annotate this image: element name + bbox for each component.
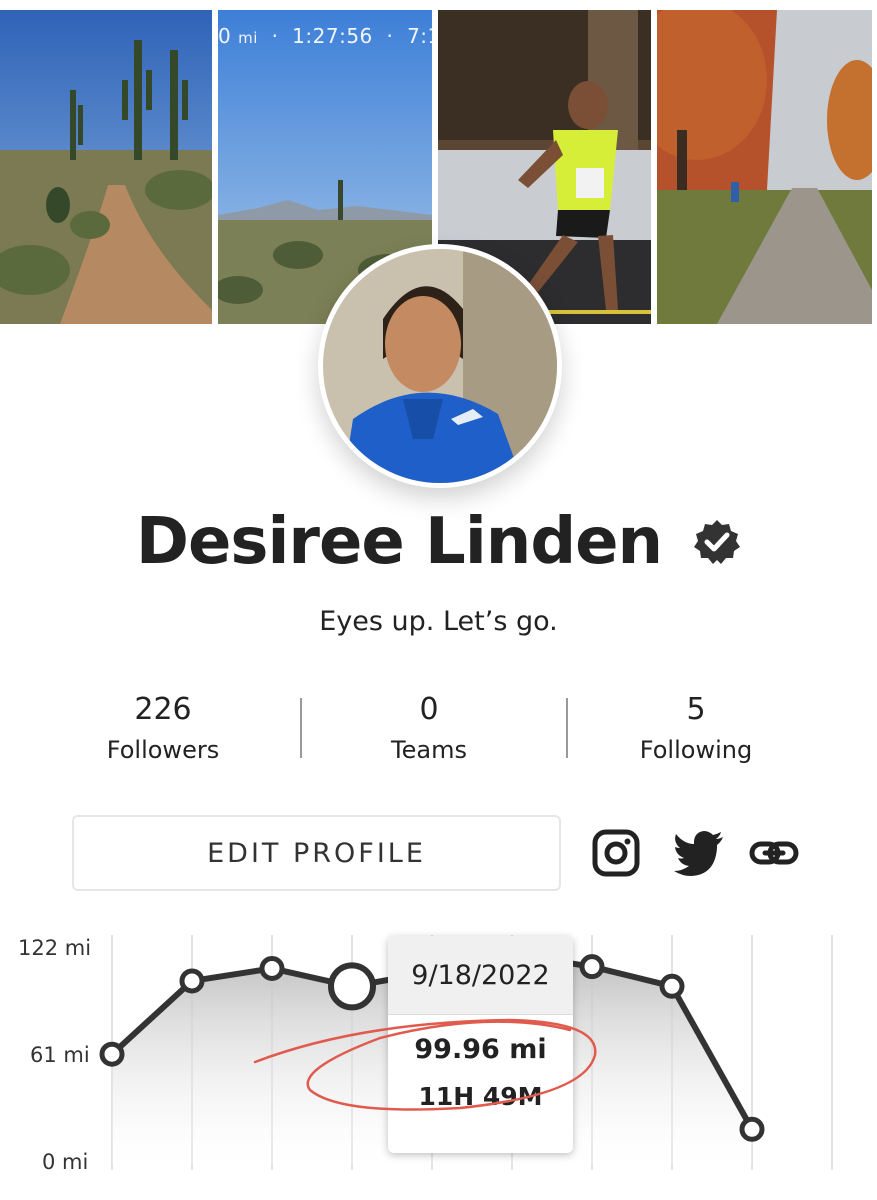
tooltip-date: 9/18/2022 [388,936,573,1015]
chart-point[interactable] [259,955,285,981]
avatar-photo [323,249,557,483]
followers-count: 226 [134,692,192,727]
chart-point-selected[interactable] [328,962,376,1011]
chart-point[interactable] [579,954,605,980]
y-tick-label: 122 mi [18,936,92,960]
following-count: 5 [686,692,706,727]
verified-badge-icon [693,518,741,570]
run-summary-overlay: 0 mi · 1:27:56 · 7:1 [218,24,432,48]
profile-tagline: Eyes up. Let’s go. [319,606,558,637]
chart-tooltip: 9/18/2022 99.96 mi 11H 49M [388,936,573,1153]
link-icon[interactable] [749,828,799,878]
y-tick-label: 0 mi [42,1150,89,1174]
tooltip-distance: 99.96 mi [414,1034,547,1065]
y-tick-label: 61 mi [30,1043,90,1067]
following-label: Following [639,736,753,764]
stat-followers[interactable]: 226 Followers [30,690,296,764]
teams-count: 0 [419,692,439,727]
edit-profile-button[interactable]: EDIT PROFILE [72,815,561,891]
stat-following[interactable]: 5 Following [563,690,829,764]
chart-point[interactable] [99,1041,125,1067]
profile-name: Desiree Linden [135,505,663,579]
profile-name-row: Desiree Linden [0,505,877,579]
header-photo-desert-trail[interactable] [0,10,212,324]
chart-point[interactable] [659,973,685,999]
header-photo-autumn-road[interactable] [657,10,872,324]
profile-avatar[interactable] [318,244,562,488]
instagram-icon[interactable] [591,828,641,878]
stat-teams[interactable]: 0 Teams [296,690,562,764]
followers-label: Followers [106,736,220,764]
teams-label: Teams [391,736,467,764]
chart-point[interactable] [739,1116,765,1142]
twitter-icon[interactable] [673,828,723,878]
tooltip-duration: 11H 49M [418,1082,543,1111]
profile-stats: 226 Followers 0 Teams 5 Following [30,690,830,780]
chart-point[interactable] [179,968,205,994]
